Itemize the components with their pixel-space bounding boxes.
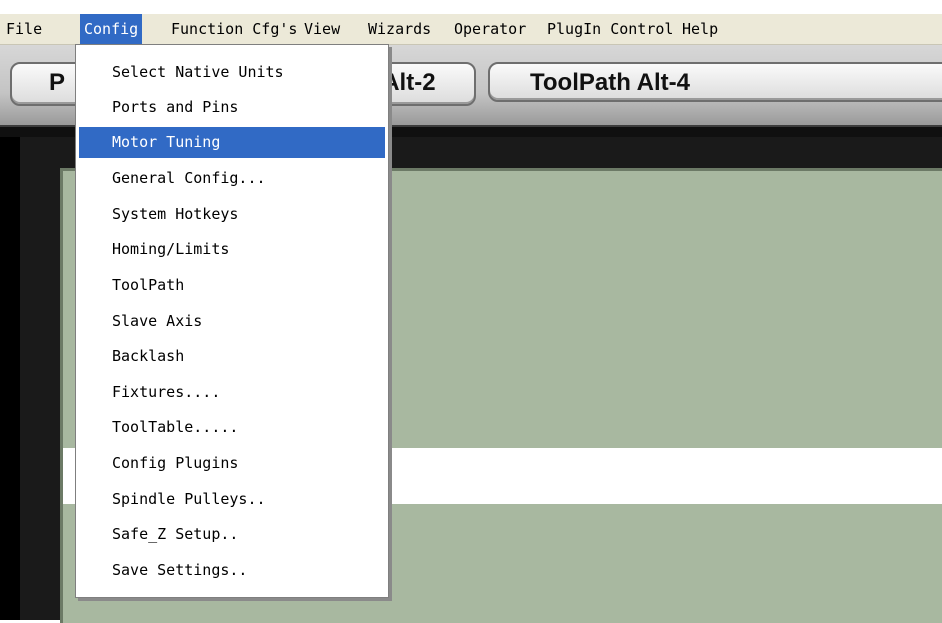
menu-function-cfgs[interactable]: Function Cfg's (167, 14, 301, 44)
menu-item-ports-and-pins[interactable]: Ports and Pins (79, 92, 385, 123)
menu-item-spindle-pulleys[interactable]: Spindle Pulleys.. (79, 484, 385, 515)
menu-item-config-plugins[interactable]: Config Plugins (79, 448, 385, 479)
menu-plugin-control[interactable]: PlugIn Control (543, 14, 677, 44)
menu-item-safe-z-setup[interactable]: Safe_Z Setup.. (79, 519, 385, 550)
menu-bar: File Config Function Cfg's View Wizards … (0, 14, 942, 45)
menu-help[interactable]: Help (678, 14, 722, 44)
menu-item-toolpath[interactable]: ToolPath (79, 270, 385, 301)
menu-item-system-hotkeys[interactable]: System Hotkeys (79, 199, 385, 230)
menu-item-homing-limits[interactable]: Homing/Limits (79, 234, 385, 265)
menu-config[interactable]: Config (80, 14, 143, 44)
menu-wizards[interactable]: Wizards (364, 14, 435, 44)
menu-item-tooltable[interactable]: ToolTable..... (79, 412, 385, 443)
menu-view[interactable]: View (300, 14, 344, 44)
menu-item-slave-axis[interactable]: Slave Axis (79, 306, 385, 337)
menu-file[interactable]: File (2, 14, 46, 44)
menu-item-fixtures[interactable]: Fixtures.... (79, 377, 385, 408)
menu-item-save-settings[interactable]: Save Settings.. (79, 555, 385, 586)
menu-item-general-config[interactable]: General Config... (79, 163, 385, 194)
menu-item-backlash[interactable]: Backlash (79, 341, 385, 372)
menu-item-motor-tuning[interactable]: Motor Tuning (79, 127, 385, 158)
menu-item-select-native-units[interactable]: Select Native Units (79, 57, 385, 88)
left-border (0, 137, 20, 620)
menu-operator[interactable]: Operator (450, 14, 530, 44)
tab-toolpath[interactable]: ToolPath Alt-4 (488, 62, 942, 102)
config-dropdown-menu: Select Native Units Ports and Pins Motor… (75, 44, 389, 598)
